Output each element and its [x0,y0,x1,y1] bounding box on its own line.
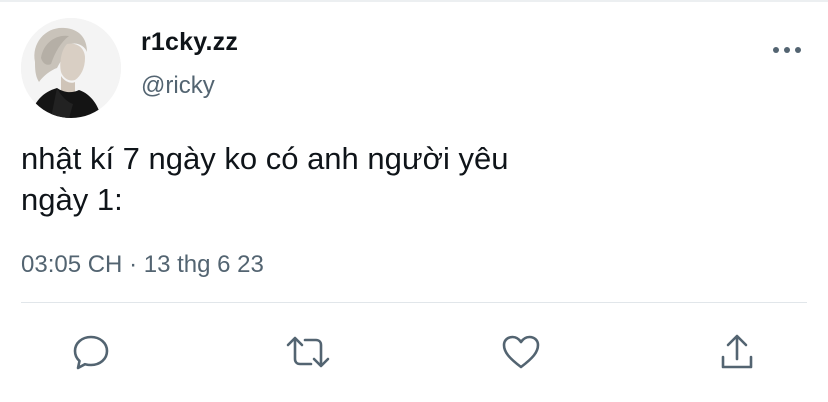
tweet-timestamp[interactable]: 03:05 CH · 13 thg 6 23 [21,251,264,279]
retweet-button[interactable] [284,332,332,372]
heart-icon [502,335,540,369]
more-horizontal-icon [773,47,801,53]
actions-divider [21,302,807,303]
tweet-card: r1cky.zz @ricky nhật kí 7 ngày ko có anh… [0,0,828,402]
top-divider [0,0,828,2]
share-button[interactable] [717,332,757,372]
meta-separator: · [129,251,138,278]
like-button[interactable] [501,332,541,372]
tweet-text-line: nhật kí 7 ngày ko có anh người yêu [21,141,509,176]
avatar[interactable] [21,18,121,118]
retweet-icon [286,336,330,368]
reply-button[interactable] [71,332,111,372]
more-options-button[interactable] [768,38,806,62]
tweet-date: 13 thg 6 23 [143,251,264,278]
tweet-text: nhật kí 7 ngày ko có anh người yêu ngày … [21,138,508,220]
user-handle[interactable]: @ricky [141,72,215,100]
share-upload-icon [721,334,753,369]
tweet-time: 03:05 CH [21,251,123,278]
person-avatar-icon [21,18,121,118]
display-name[interactable]: r1cky.zz [141,28,238,57]
reply-bubble-icon [73,335,109,370]
tweet-text-line: ngày 1: [21,182,123,217]
